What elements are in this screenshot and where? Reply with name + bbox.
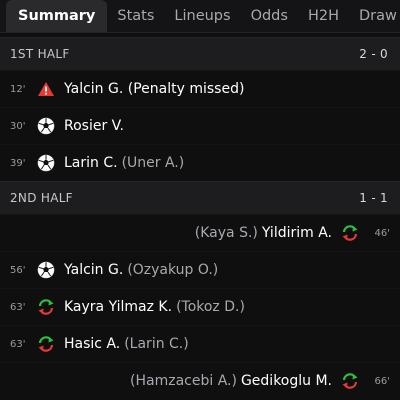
event-row[interactable]: 39' Larin C. (Uner A.)	[0, 144, 400, 181]
substitution-icon	[340, 371, 360, 391]
second-half-header: 2ND HALF 1 - 1	[0, 181, 400, 214]
substitution-icon	[36, 334, 56, 354]
tab-stats[interactable]: Stats	[107, 0, 164, 32]
event-player[interactable]: Yildirim A.	[262, 225, 332, 241]
event-player[interactable]: Yalcin G. (Penalty missed)	[64, 81, 244, 97]
event-player[interactable]: Gedikoglu M.	[241, 373, 332, 389]
first-half-header: 1ST HALF 2 - 0	[0, 37, 400, 70]
substitution-icon	[340, 223, 360, 243]
event-minute: 46'	[374, 227, 390, 239]
event-assist: (Kaya S.)	[194, 225, 258, 241]
event-player[interactable]: Larin C.	[64, 155, 118, 171]
event-assist: (Tokoz D.)	[176, 299, 245, 315]
event-player[interactable]: Rosier V.	[64, 118, 124, 134]
event-minute: 66'	[374, 375, 390, 387]
penalty-missed-icon	[36, 79, 56, 99]
event-minute: 39'	[10, 157, 26, 169]
event-row[interactable]: 56' Yalcin G. (Ozyakup O.)	[0, 251, 400, 288]
event-minute: 63'	[10, 338, 26, 350]
second-half-score: 1 - 1	[359, 191, 388, 205]
event-minute: 63'	[10, 301, 26, 313]
tab-odds[interactable]: Odds	[241, 0, 298, 32]
event-row[interactable]: 63' Kayra Yilmaz K. (Tokoz D.)	[0, 288, 400, 325]
event-minute: 12'	[10, 83, 26, 95]
event-player[interactable]: Kayra Yilmaz K.	[64, 299, 172, 315]
event-minute: 30'	[10, 120, 26, 132]
first-half-title: 1ST HALF	[10, 47, 70, 61]
event-player[interactable]: Hasic A.	[64, 336, 120, 352]
tab-lineups[interactable]: Lineups	[164, 0, 240, 32]
goal-ball-icon	[36, 260, 56, 280]
event-assist: (Larin C.)	[124, 336, 189, 352]
event-minute: 56'	[10, 264, 26, 276]
goal-ball-icon	[36, 153, 56, 173]
event-player[interactable]: Yalcin G.	[64, 262, 123, 278]
tab-draw[interactable]: Draw	[349, 0, 400, 32]
event-row[interactable]: (Kaya S.) Yildirim A. 46'	[0, 214, 400, 251]
tab-bar: Summary Stats Lineups Odds H2H Draw	[0, 0, 400, 33]
event-row[interactable]: 12' Yalcin G. (Penalty missed)	[0, 70, 400, 107]
event-assist: (Hamzacebi A.)	[130, 373, 237, 389]
tab-h2h[interactable]: H2H	[298, 0, 349, 32]
event-row[interactable]: (Hamzacebi A.) Gedikoglu M. 66'	[0, 362, 400, 399]
event-row[interactable]: 30' Rosier V.	[0, 107, 400, 144]
second-half-title: 2ND HALF	[10, 191, 73, 205]
first-half-score: 2 - 0	[359, 47, 388, 61]
event-assist: (Uner A.)	[121, 155, 185, 171]
tab-summary[interactable]: Summary	[6, 0, 108, 32]
event-row[interactable]: 63' Hasic A. (Larin C.)	[0, 325, 400, 362]
event-assist: (Ozyakup O.)	[127, 262, 219, 278]
substitution-icon	[36, 297, 56, 317]
goal-ball-icon	[36, 116, 56, 136]
